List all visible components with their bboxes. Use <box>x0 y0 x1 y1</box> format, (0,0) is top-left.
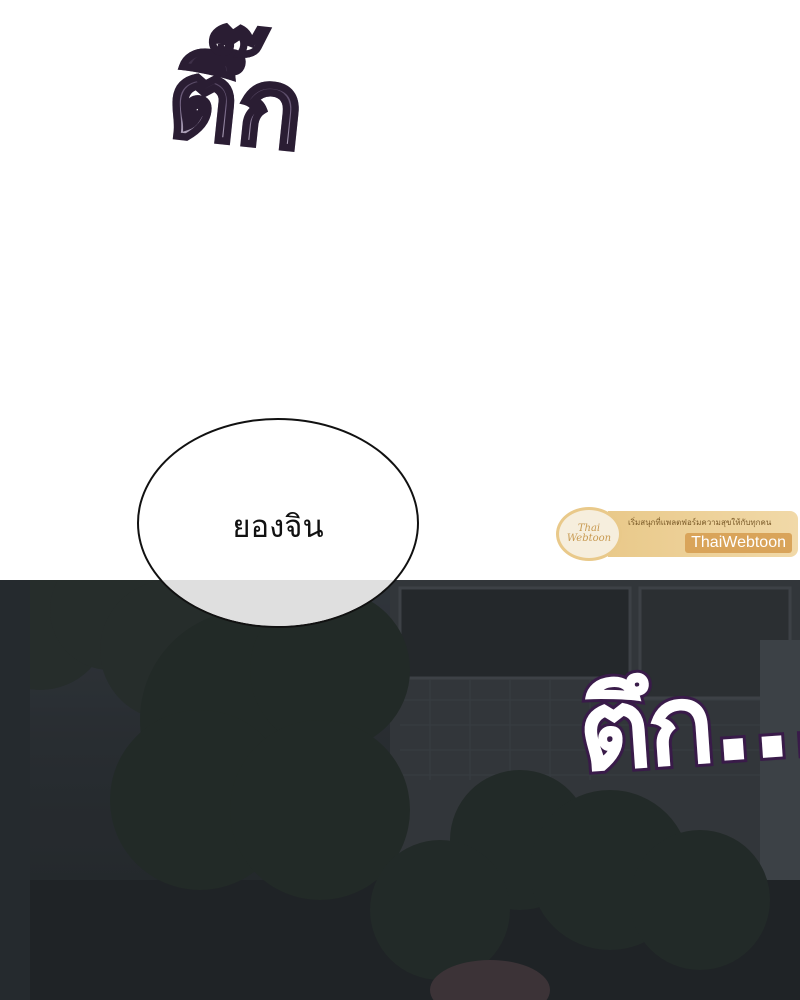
logo-line-2: Webtoon <box>566 533 612 544</box>
thaiwebtoon-watermark: Thai Webtoon เริ่มสนุกที่แพลตฟอร์มความสุ… <box>556 505 798 563</box>
watermark-tagline: เริ่มสนุกที่แพลตฟอร์มความสุขให้กับทุกคน <box>628 517 772 527</box>
sound-effect-bottom: ตึก... <box>571 648 800 801</box>
watermark-brand: ThaiWebtoon <box>685 532 792 553</box>
speech-bubble-text: ยองจิน <box>232 509 324 545</box>
speech-bubble: ยองจิน <box>137 418 419 628</box>
sound-effect-top: ตึ๊ก <box>160 34 312 176</box>
watermark-banner: เริ่มสนุกที่แพลตฟอร์มความสุขให้กับทุกคน … <box>608 511 798 557</box>
thaiwebtoon-logo: Thai Webtoon <box>556 507 622 561</box>
